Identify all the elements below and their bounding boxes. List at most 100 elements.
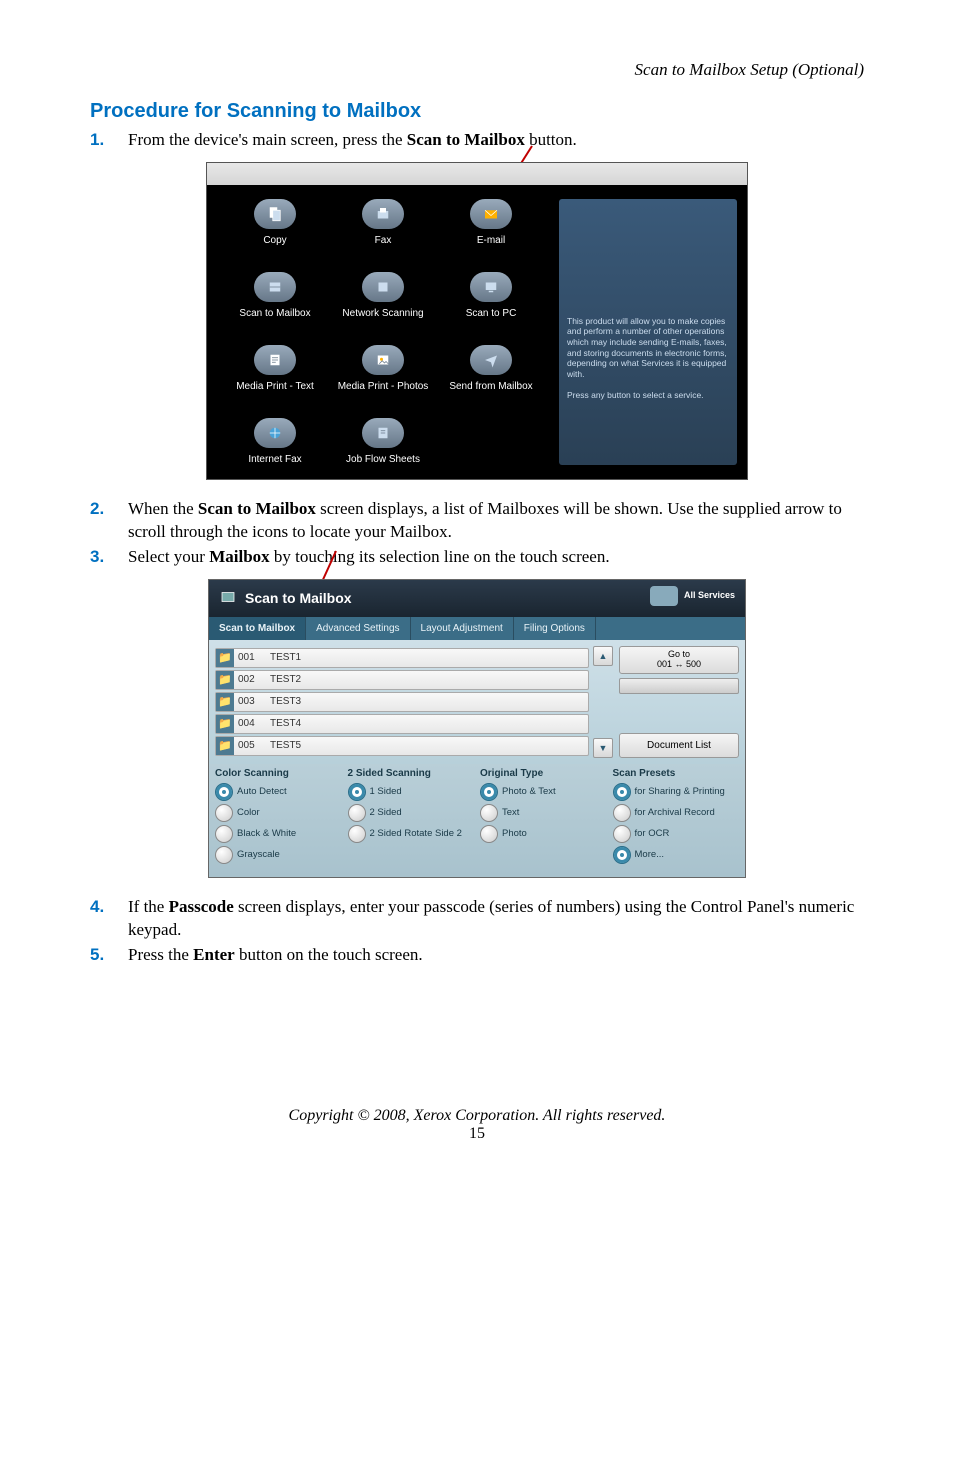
option-label: Text [502, 807, 519, 818]
tab-filing-options[interactable]: Filing Options [514, 617, 596, 640]
option-archival[interactable]: for Archival Record [613, 804, 740, 822]
option-2-sided-rotate[interactable]: 2 Sided Rotate Side 2 [348, 825, 475, 843]
radio-icon [215, 825, 233, 843]
mailbox-row[interactable]: 📁005TEST5 [215, 736, 589, 756]
send-mailbox-icon [470, 345, 512, 375]
folder-icon: 📁 [216, 671, 234, 689]
document-list-button[interactable]: Document List [619, 733, 739, 758]
option-heading: Color Scanning [215, 768, 342, 779]
tab-layout-adjustment[interactable]: Layout Adjustment [411, 617, 514, 640]
service-media-print-text[interactable]: Media Print - Text [221, 345, 329, 392]
media-text-icon [254, 345, 296, 375]
option-label: 2 Sided [370, 807, 402, 818]
mailbox-num: 001 [234, 652, 270, 663]
window-titlebar [207, 163, 747, 185]
service-media-print-photos[interactable]: Media Print - Photos [329, 345, 437, 392]
option-grayscale[interactable]: Grayscale [215, 846, 342, 864]
option-auto-detect[interactable]: Auto Detect [215, 783, 342, 801]
service-email[interactable]: E-mail [437, 199, 545, 246]
service-label: Fax [375, 235, 392, 246]
folder-icon: 📁 [216, 693, 234, 711]
step-4: 4. If the Passcode screen displays, ente… [90, 896, 864, 942]
text-bold: Scan to Mailbox [198, 499, 316, 518]
radio-icon [480, 783, 498, 801]
scroll-controls: ▲ ▼ [593, 646, 613, 758]
option-ocr[interactable]: for OCR [613, 825, 740, 843]
radio-icon [348, 804, 366, 822]
option-label: Black & White [237, 828, 296, 839]
radio-icon [348, 825, 366, 843]
mailbox-list-area: 📁001TEST1 📁002TEST2 📁003TEST3 📁004TEST4 … [209, 640, 745, 764]
service-internet-fax[interactable]: Internet Fax [221, 418, 329, 465]
mailbox-row[interactable]: 📁001TEST1 [215, 648, 589, 668]
service-label: Scan to PC [466, 308, 517, 319]
folder-icon: 📁 [216, 715, 234, 733]
radio-icon [215, 846, 233, 864]
option-label: Auto Detect [237, 786, 287, 797]
header-context: Scan to Mailbox Setup (Optional) [90, 60, 864, 80]
option-label: 1 Sided [370, 786, 402, 797]
info-text: Press any button to select a service. [567, 390, 729, 401]
option-label: for Archival Record [635, 807, 715, 818]
option-text[interactable]: Text [480, 804, 607, 822]
service-label: Network Scanning [342, 308, 423, 319]
service-job-flow-sheets[interactable]: Job Flow Sheets [329, 418, 437, 465]
option-photo-text[interactable]: Photo & Text [480, 783, 607, 801]
option-black-white[interactable]: Black & White [215, 825, 342, 843]
option-heading: Original Type [480, 768, 607, 779]
service-copy[interactable]: Copy [221, 199, 329, 246]
scroll-down-button[interactable]: ▼ [593, 738, 613, 758]
all-services-label[interactable]: All Services [684, 591, 735, 600]
mailbox-name: TEST1 [270, 652, 588, 663]
service-network-scanning[interactable]: Network Scanning [329, 272, 437, 319]
text: When the [128, 499, 198, 518]
option-label: Color [237, 807, 260, 818]
folder-icon: 📁 [216, 649, 234, 667]
option-2-sided[interactable]: 2 Sided [348, 804, 475, 822]
tab-scan-to-mailbox[interactable]: Scan to Mailbox [209, 617, 306, 640]
text: If the [128, 897, 169, 916]
service-scan-to-mailbox[interactable]: Scan to Mailbox [221, 272, 329, 319]
media-photo-icon [362, 345, 404, 375]
option-label: More... [635, 849, 665, 860]
step-3: 3. Select your Mailbox by touching its s… [90, 546, 864, 569]
all-services-icon[interactable] [650, 586, 678, 606]
mailbox-row[interactable]: 📁003TEST3 [215, 692, 589, 712]
option-1-sided[interactable]: 1 Sided [348, 783, 475, 801]
step-5: 5. Press the Enter button on the touch s… [90, 944, 864, 967]
goto-button[interactable]: Go to 001 ↔ 500 [619, 646, 739, 674]
radio-icon [613, 825, 631, 843]
step-body: Press the Enter button on the touch scre… [128, 944, 864, 967]
copyright-text: Copyright © 2008, Xerox Corporation. All… [90, 1107, 864, 1125]
option-label: Grayscale [237, 849, 280, 860]
email-icon [470, 199, 512, 229]
text-bold: Enter [193, 945, 235, 964]
option-sharing-printing[interactable]: for Sharing & Printing [613, 783, 740, 801]
step-2: 2. When the Scan to Mailbox screen displ… [90, 498, 864, 544]
mailbox-num: 003 [234, 696, 270, 707]
radio-icon [480, 804, 498, 822]
goto-input[interactable] [619, 678, 739, 694]
service-send-from-mailbox[interactable]: Send from Mailbox [437, 345, 545, 392]
mailbox-name: TEST3 [270, 696, 588, 707]
fax-icon [362, 199, 404, 229]
goto-range: 001 ↔ 500 [622, 660, 736, 670]
option-more[interactable]: More... [613, 846, 740, 864]
folder-icon: 📁 [216, 737, 234, 755]
option-label: Photo & Text [502, 786, 556, 797]
service-label: Send from Mailbox [449, 381, 532, 392]
service-fax[interactable]: Fax [329, 199, 437, 246]
mailbox-name: TEST5 [270, 740, 588, 751]
option-color[interactable]: Color [215, 804, 342, 822]
mailbox-row[interactable]: 📁002TEST2 [215, 670, 589, 690]
scroll-up-button[interactable]: ▲ [593, 646, 613, 666]
option-label: for Sharing & Printing [635, 786, 725, 797]
mailbox-row[interactable]: 📁004TEST4 [215, 714, 589, 734]
service-label: Media Print - Photos [338, 381, 429, 392]
option-photo[interactable]: Photo [480, 825, 607, 843]
step-num: 4. [90, 896, 128, 942]
mailbox-num: 004 [234, 718, 270, 729]
radio-icon [215, 804, 233, 822]
tab-advanced-settings[interactable]: Advanced Settings [306, 617, 410, 640]
service-scan-to-pc[interactable]: Scan to PC [437, 272, 545, 319]
